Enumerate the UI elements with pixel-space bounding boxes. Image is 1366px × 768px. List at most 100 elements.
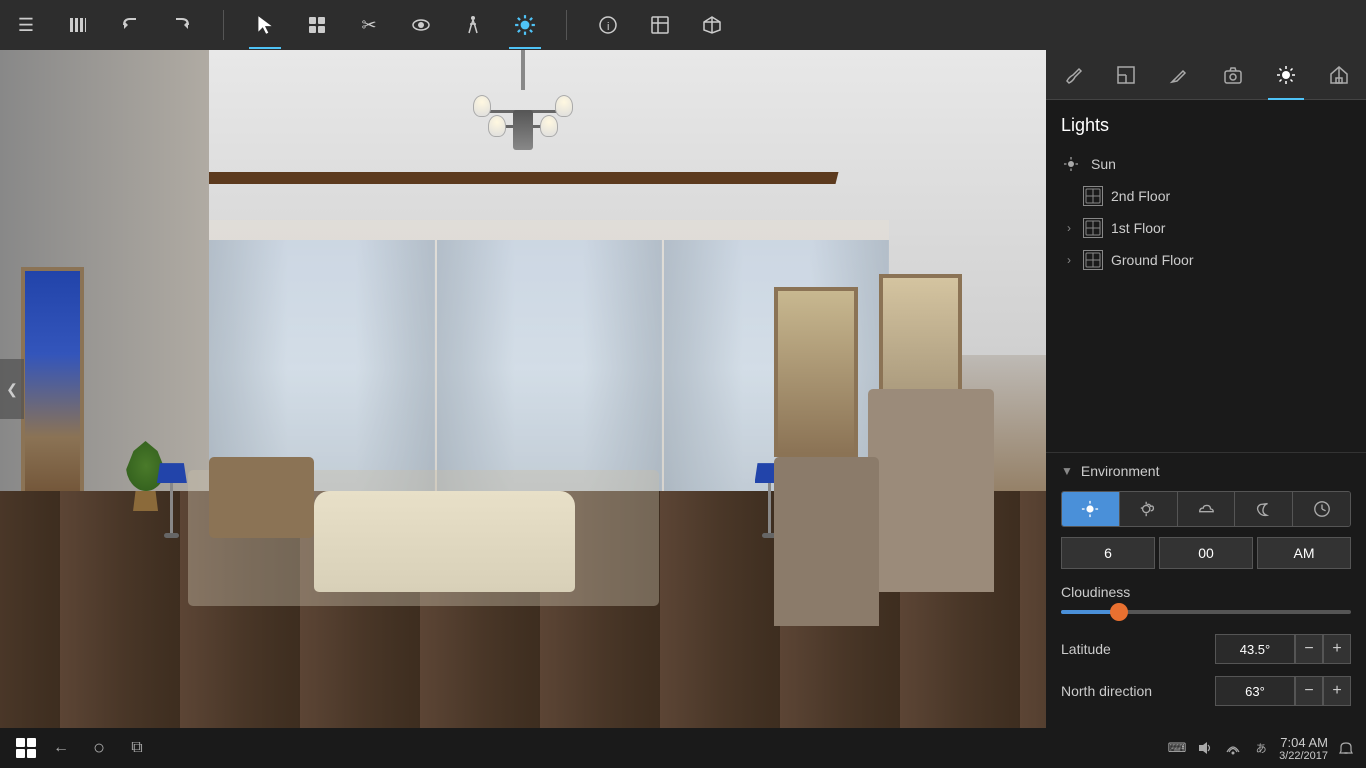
pencil-icon[interactable]: [1161, 57, 1197, 93]
north-direction-input[interactable]: 63°: [1215, 676, 1295, 706]
slider-thumb[interactable]: [1110, 603, 1128, 621]
left-panel-arrow[interactable]: ❮: [0, 359, 24, 419]
2nd-floor-icon: [1083, 186, 1103, 206]
sofa: [314, 491, 576, 593]
sunny-weather-btn[interactable]: [1062, 492, 1120, 526]
curtain-left-3: [664, 240, 743, 498]
win-sq-4: [27, 749, 36, 758]
view-icon[interactable]: [644, 9, 676, 41]
lamp-pole-left: [170, 483, 173, 533]
1st-floor-icon: [1083, 218, 1103, 238]
cloudiness-slider[interactable]: [1061, 610, 1351, 614]
cloudiness-label: Cloudiness: [1061, 584, 1351, 600]
sun-toolbar-icon[interactable]: [509, 9, 541, 41]
time-hour-input[interactable]: 6: [1061, 537, 1155, 569]
walk-icon[interactable]: [457, 9, 489, 41]
info-icon[interactable]: i: [592, 9, 624, 41]
clock-date: 3/22/2017: [1279, 750, 1328, 762]
dining-chair-2: [774, 457, 879, 627]
taskbar: ← ○ ⧉ ⌨ あ 7:04 AM 3/22/2017: [0, 728, 1366, 768]
latitude-minus-btn[interactable]: −: [1295, 634, 1323, 664]
environment-header[interactable]: ▼ Environment: [1061, 463, 1351, 479]
weather-buttons: [1061, 491, 1351, 527]
bulb-1: [473, 95, 491, 117]
bulb-2: [555, 95, 573, 117]
taskbar-home-btn[interactable]: ○: [83, 732, 115, 764]
cloudy-btn[interactable]: [1178, 492, 1236, 526]
top-toolbar: ☰ ✂ i: [0, 0, 1366, 50]
system-clock: 7:04 AM 3/22/2017: [1279, 735, 1328, 762]
undo-icon[interactable]: [114, 9, 146, 41]
time-btn[interactable]: [1293, 492, 1350, 526]
2nd-floor-label: 2nd Floor: [1111, 188, 1170, 204]
north-plus-btn[interactable]: +: [1323, 676, 1351, 706]
main-content: ❮ Lights: [0, 50, 1366, 728]
environment-label: Environment: [1081, 463, 1160, 479]
window-2: [437, 240, 662, 498]
light-item-sun[interactable]: Sun: [1061, 148, 1351, 180]
curtain-right-1: [356, 240, 435, 498]
sun-right-icon[interactable]: [1268, 57, 1304, 93]
time-period-input[interactable]: AM: [1257, 537, 1351, 569]
ceiling-beam-1: [157, 172, 839, 184]
room-scene: [0, 50, 1046, 728]
house-icon[interactable]: [1321, 57, 1357, 93]
library-icon[interactable]: [62, 9, 94, 41]
ime-tray-icon[interactable]: あ: [1251, 738, 1271, 758]
slider-track: [1061, 610, 1351, 614]
scissors-icon[interactable]: ✂: [353, 9, 385, 41]
taskbar-windows-btn[interactable]: ⧉: [121, 732, 153, 764]
paint-brush-icon[interactable]: [1055, 57, 1091, 93]
win-sq-1: [16, 738, 25, 747]
objects-icon[interactable]: [301, 9, 333, 41]
lights-title: Lights: [1061, 115, 1351, 136]
curtain-right-2: [583, 240, 662, 498]
win-sq-2: [27, 738, 36, 747]
chandelier-body: [473, 90, 573, 170]
menu-icon[interactable]: ☰: [10, 9, 42, 41]
taskbar-back-btn[interactable]: ←: [45, 732, 77, 764]
sun-light-icon: [1061, 154, 1081, 174]
night-btn[interactable]: [1235, 492, 1293, 526]
light-item-2nd-floor[interactable]: 2nd Floor: [1061, 180, 1351, 212]
lamp-base-left: [164, 533, 179, 538]
svg-text:i: i: [607, 21, 609, 33]
1st-floor-chevron: ›: [1061, 220, 1077, 236]
latitude-plus-btn[interactable]: +: [1323, 634, 1351, 664]
windows-logo: [16, 738, 36, 758]
latitude-row: Latitude 43.5° − +: [1061, 634, 1351, 664]
win-sq-3: [16, 749, 25, 758]
network-tray-icon[interactable]: [1223, 738, 1243, 758]
redo-icon[interactable]: [166, 9, 198, 41]
notifications-tray-icon[interactable]: [1336, 738, 1356, 758]
select-icon[interactable]: [249, 9, 281, 41]
camera-icon[interactable]: [1215, 57, 1251, 93]
dining-chair-1: [868, 389, 994, 592]
time-minutes-input[interactable]: 00: [1159, 537, 1253, 569]
latitude-input[interactable]: 43.5°: [1215, 634, 1295, 664]
viewport[interactable]: ❮: [0, 50, 1046, 728]
lamp-pole-right: [768, 483, 771, 533]
right-toolbar: [1046, 50, 1366, 100]
curtain-left-2: [437, 240, 516, 498]
environment-section: ▼ Environment: [1046, 452, 1366, 728]
light-item-1st-floor[interactable]: › 1st Floor: [1061, 212, 1351, 244]
bulb-3: [488, 115, 506, 137]
volume-tray-icon[interactable]: [1195, 738, 1215, 758]
floor-plan-icon[interactable]: [1108, 57, 1144, 93]
light-item-ground-floor[interactable]: › Ground Floor: [1061, 244, 1351, 276]
artwork-right-1: [774, 287, 858, 457]
keyboard-tray-icon[interactable]: ⌨: [1167, 738, 1187, 758]
ground-floor-icon: [1083, 250, 1103, 270]
north-minus-btn[interactable]: −: [1295, 676, 1323, 706]
right-panel: Lights Sun 2nd Floor ›: [1046, 50, 1366, 728]
eye-icon[interactable]: [405, 9, 437, 41]
env-chevron-icon: ▼: [1061, 464, 1073, 478]
start-button[interactable]: [10, 732, 42, 764]
bulb-4: [540, 115, 558, 137]
cube-icon[interactable]: [696, 9, 728, 41]
plant-pot-1: [133, 491, 158, 511]
ground-floor-chevron: ›: [1061, 252, 1077, 268]
time-row: 6 00 AM: [1061, 537, 1351, 569]
partly-cloudy-btn[interactable]: [1120, 492, 1178, 526]
